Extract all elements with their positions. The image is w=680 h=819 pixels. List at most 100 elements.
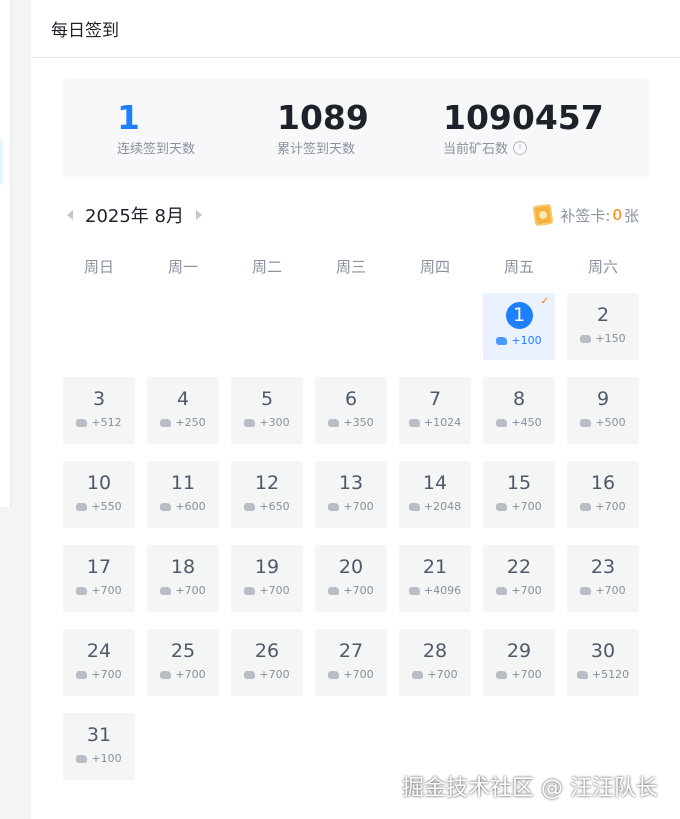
- calendar-day[interactable]: 29 +700: [483, 629, 555, 696]
- calendar-day[interactable]: 25 +700: [147, 629, 219, 696]
- calendar-day[interactable]: 3 +512: [63, 377, 135, 444]
- day-reward: +150: [567, 332, 639, 345]
- month-navigator: 2025年 8月 补签卡: 0 张: [63, 200, 649, 230]
- streak-value: 1: [117, 98, 140, 137]
- day-reward: +700: [147, 668, 219, 681]
- calendar-day[interactable]: 15 +700: [483, 461, 555, 528]
- sign-in-panel: 每日签到 1 连续签到天数 1089 累计签到天数 1090457 当前矿石数 …: [31, 0, 680, 819]
- calendar-day[interactable]: 21 +4096: [399, 545, 471, 612]
- calendar-day[interactable]: 5 +300: [231, 377, 303, 444]
- day-number: 28: [422, 640, 448, 662]
- reward-amount: +1024: [423, 416, 462, 429]
- day-reward: +700: [483, 668, 555, 681]
- day-number: 1: [505, 302, 533, 329]
- reward-amount: +250: [175, 416, 206, 429]
- ore-icon: [244, 418, 256, 427]
- reward-amount: +700: [511, 584, 542, 597]
- day-reward: +700: [315, 668, 387, 681]
- ore-icon: [76, 754, 88, 763]
- calendar-day-signed[interactable]: 1 +100 ✓: [483, 293, 555, 360]
- calendar-day[interactable]: 19 +700: [231, 545, 303, 612]
- makeup-card-info[interactable]: 补签卡: 0 张: [533, 203, 639, 227]
- weekday-label: 周一: [167, 258, 198, 276]
- reward-amount: +5120: [591, 668, 630, 681]
- day-number: 20: [338, 556, 364, 578]
- calendar-day[interactable]: 24 +700: [63, 629, 135, 696]
- weekday-label: 周三: [335, 258, 366, 276]
- calendar-day[interactable]: 12 +650: [231, 461, 303, 528]
- calendar-day[interactable]: 27 +700: [315, 629, 387, 696]
- ore-icon: [496, 670, 508, 679]
- calendar-day[interactable]: 20 +700: [315, 545, 387, 612]
- day-number: 29: [506, 640, 532, 662]
- ore-icon: [160, 586, 172, 595]
- reward-amount: +700: [175, 584, 206, 597]
- calendar-grid: 1 +100 ✓ 2 +150 3 +512 4 +250 5 +300 6 +350 7 +1024 8 +4…: [63, 293, 649, 793]
- calendar-day[interactable]: 22 +700: [483, 545, 555, 612]
- next-month-chevron-icon[interactable]: [195, 210, 202, 220]
- reward-amount: +650: [259, 500, 290, 513]
- day-reward: +100: [483, 334, 555, 347]
- day-reward: +650: [231, 500, 303, 513]
- calendar-day[interactable]: 11 +600: [147, 461, 219, 528]
- ore-icon: [76, 502, 88, 511]
- calendar-day[interactable]: 17 +700: [63, 545, 135, 612]
- total-value: 1089: [277, 98, 369, 137]
- reward-amount: +350: [343, 416, 374, 429]
- day-number: 25: [170, 640, 196, 662]
- weekday-label: 周六: [587, 258, 618, 276]
- calendar-day[interactable]: 30 +5120: [567, 629, 639, 696]
- calendar-day[interactable]: 26 +700: [231, 629, 303, 696]
- calendar-day[interactable]: 16 +700: [567, 461, 639, 528]
- reward-amount: +700: [343, 668, 374, 681]
- day-reward: +500: [567, 416, 639, 429]
- calendar-day[interactable]: 8 +450: [483, 377, 555, 444]
- page-title: 每日签到: [51, 21, 119, 41]
- month-label: 2025年 8月: [85, 206, 184, 227]
- day-reward: +700: [147, 584, 219, 597]
- ore-icon: [244, 670, 256, 679]
- weekday-label: 周五: [503, 258, 534, 276]
- calendar-day[interactable]: 28 +700: [399, 629, 471, 696]
- total-label-text: 累计签到天数: [277, 142, 356, 157]
- ore-icon: [496, 586, 508, 595]
- day-number: 10: [86, 472, 112, 494]
- ore-icon: [408, 502, 420, 511]
- day-number: 2: [596, 304, 610, 326]
- reward-amount: +700: [91, 668, 122, 681]
- calendar-day[interactable]: 9 +500: [567, 377, 639, 444]
- calendar-day[interactable]: 6 +350: [315, 377, 387, 444]
- day-reward: +550: [63, 500, 135, 513]
- ore-icon: [76, 670, 88, 679]
- calendar-day[interactable]: 10 +550: [63, 461, 135, 528]
- ore-icon: [408, 586, 420, 595]
- calendar-day[interactable]: 14 +2048: [399, 461, 471, 528]
- calendar-day[interactable]: 23 +700: [567, 545, 639, 612]
- reward-amount: +700: [259, 584, 290, 597]
- calendar-day[interactable]: 31 +100: [63, 713, 135, 780]
- ore-icon: [412, 670, 424, 679]
- prev-month-chevron-icon[interactable]: [67, 210, 73, 220]
- streak-label-text: 连续签到天数: [117, 142, 196, 157]
- ore-label-text: 当前矿石数: [443, 142, 509, 157]
- calendar-day[interactable]: 4 +250: [147, 377, 219, 444]
- day-reward: +700: [399, 668, 471, 681]
- reward-amount: +700: [259, 668, 290, 681]
- info-icon[interactable]: i: [513, 140, 528, 155]
- calendar-day[interactable]: 2 +150: [567, 293, 639, 360]
- day-number: 14: [422, 472, 448, 494]
- check-icon: ✓: [540, 296, 549, 307]
- day-number: 21: [422, 556, 448, 578]
- calendar-day[interactable]: 7 +1024: [399, 377, 471, 444]
- day-number: 6: [344, 388, 358, 410]
- calendar-day[interactable]: 18 +700: [147, 545, 219, 612]
- reward-amount: +300: [259, 416, 290, 429]
- day-reward: +700: [315, 584, 387, 597]
- reward-amount: +100: [91, 752, 122, 765]
- day-number: 24: [86, 640, 112, 662]
- day-number: 22: [506, 556, 532, 578]
- makeup-card-icon: [533, 203, 554, 227]
- reward-amount: +700: [175, 668, 206, 681]
- day-number: 19: [254, 556, 280, 578]
- calendar-day[interactable]: 13 +700: [315, 461, 387, 528]
